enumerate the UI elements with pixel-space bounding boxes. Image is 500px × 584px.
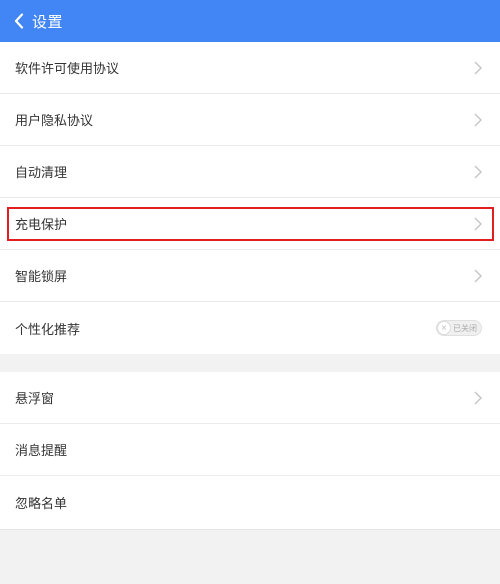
chevron-right-icon xyxy=(474,391,482,405)
settings-item-label: 软件许可使用协议 xyxy=(15,62,120,77)
chevron-right-icon xyxy=(474,269,482,283)
settings-group-main: 软件许可使用协议 用户隐私协议 自动清理 充电保护 智能锁屏 个性化推荐 × 已… xyxy=(0,42,500,354)
page-title: 设置 xyxy=(32,12,64,31)
settings-item-label: 充电保护 xyxy=(15,218,68,233)
settings-item-privacy-policy[interactable]: 用户隐私协议 xyxy=(0,94,500,146)
settings-item-charge-protection[interactable]: 充电保护 xyxy=(0,198,500,250)
chevron-right-icon xyxy=(474,61,482,75)
settings-item-software-license[interactable]: 软件许可使用协议 xyxy=(0,42,500,94)
settings-item-label: 消息提醒 xyxy=(15,444,68,459)
toggle-knob: × xyxy=(437,321,451,335)
settings-item-smart-lock[interactable]: 智能锁屏 xyxy=(0,250,500,302)
chevron-left-icon xyxy=(14,13,24,29)
settings-item-label: 自动清理 xyxy=(15,166,68,181)
settings-item-ignore-list[interactable]: 忽略名单 xyxy=(0,476,500,528)
settings-item-auto-clean[interactable]: 自动清理 xyxy=(0,146,500,198)
settings-item-label: 用户隐私协议 xyxy=(15,114,94,129)
personalized-recommendation-toggle[interactable]: × 已关闭 xyxy=(436,320,482,336)
chevron-right-icon xyxy=(474,217,482,231)
chevron-right-icon xyxy=(474,113,482,127)
settings-item-label: 悬浮窗 xyxy=(15,392,55,407)
toggle-state-text: 已关闭 xyxy=(453,323,477,333)
settings-item-label: 忽略名单 xyxy=(15,496,68,512)
back-button[interactable] xyxy=(14,0,24,42)
settings-item-floating-window[interactable]: 悬浮窗 xyxy=(0,372,500,424)
settings-item-message-reminder[interactable]: 消息提醒 xyxy=(0,424,500,476)
app-header: 设置 xyxy=(0,0,500,42)
chevron-right-icon xyxy=(474,165,482,179)
settings-item-personalized-recommendation: 个性化推荐 × 已关闭 xyxy=(0,302,500,354)
settings-group-secondary: 悬浮窗 消息提醒 忽略名单 xyxy=(0,372,500,530)
settings-item-label: 智能锁屏 xyxy=(15,270,68,285)
settings-item-label: 个性化推荐 xyxy=(15,322,81,338)
